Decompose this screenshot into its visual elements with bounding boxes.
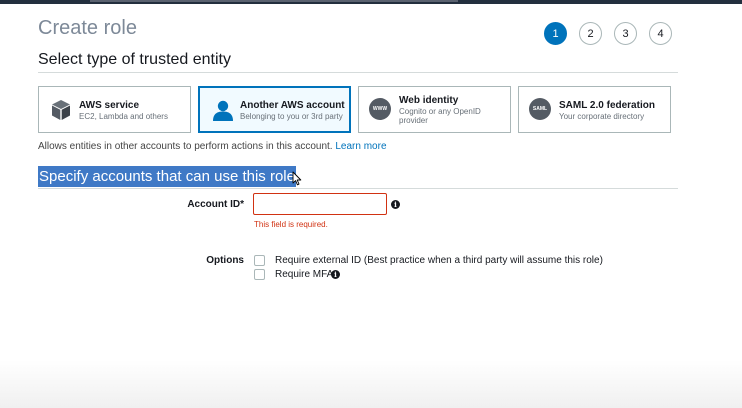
user-account-icon [211, 98, 235, 122]
require-mfa-checkbox[interactable] [254, 269, 265, 280]
info-icon[interactable]: i [391, 200, 400, 209]
mouse-cursor-icon [292, 171, 302, 186]
page-footer-shade [0, 360, 742, 408]
require-external-id-label[interactable]: Require external ID (Best practice when … [275, 255, 603, 266]
top-bar-highlight [90, 0, 458, 2]
entity-card-title: AWS service [79, 100, 140, 111]
step-1-indicator[interactable]: 1 [544, 22, 567, 45]
step-4-indicator[interactable]: 4 [649, 22, 672, 45]
entity-card-subtitle: Cognito or any OpenID provider [399, 107, 481, 125]
entity-card-web-identity[interactable]: WWW Web identity Cognito or any OpenID p… [358, 86, 511, 133]
saml-federation-icon: SAML [529, 98, 553, 122]
entity-card-title: SAML 2.0 federation [559, 100, 655, 111]
entity-card-title: Another AWS account [240, 100, 345, 111]
entity-card-another-aws-account[interactable]: Another AWS account Belonging to you or … [198, 86, 351, 133]
accounts-section-heading: Specify accounts that can use this role [38, 166, 296, 187]
account-id-input[interactable] [253, 193, 387, 215]
help-description: Allows entities in other accounts to per… [38, 141, 333, 152]
step-2-indicator[interactable]: 2 [579, 22, 602, 45]
trusted-entity-heading: Select type of trusted entity [38, 51, 231, 68]
entity-card-subtitle: EC2, Lambda and others [79, 112, 168, 121]
aws-service-cube-icon [49, 98, 73, 122]
account-id-label: Account ID* [187, 199, 244, 210]
entity-card-subtitle: Belonging to you or 3rd party [240, 112, 343, 121]
entity-card-title: Web identity [399, 95, 459, 106]
require-mfa-label[interactable]: Require MFA [275, 269, 333, 280]
require-external-id-checkbox[interactable] [254, 255, 265, 266]
entity-help-text: Allows entities in other accounts to per… [38, 141, 387, 152]
step-3-indicator[interactable]: 3 [614, 22, 637, 45]
entity-card-aws-service[interactable]: AWS service EC2, Lambda and others [38, 86, 191, 133]
entity-card-subtitle: Your corporate directory [559, 112, 645, 121]
learn-more-link[interactable]: Learn more [335, 141, 386, 152]
section-divider [38, 72, 678, 73]
mfa-info-icon[interactable]: i [331, 270, 340, 279]
top-navigation-bar [0, 0, 742, 4]
web-identity-icon: WWW [369, 98, 393, 122]
account-id-error: This field is required. [254, 220, 328, 229]
entity-card-saml-federation[interactable]: SAML SAML 2.0 federation Your corporate … [518, 86, 671, 133]
wizard-steps: 1 2 3 4 [544, 22, 672, 45]
options-label: Options [206, 255, 244, 266]
section-divider [38, 188, 678, 189]
page-title: Create role [38, 17, 137, 39]
